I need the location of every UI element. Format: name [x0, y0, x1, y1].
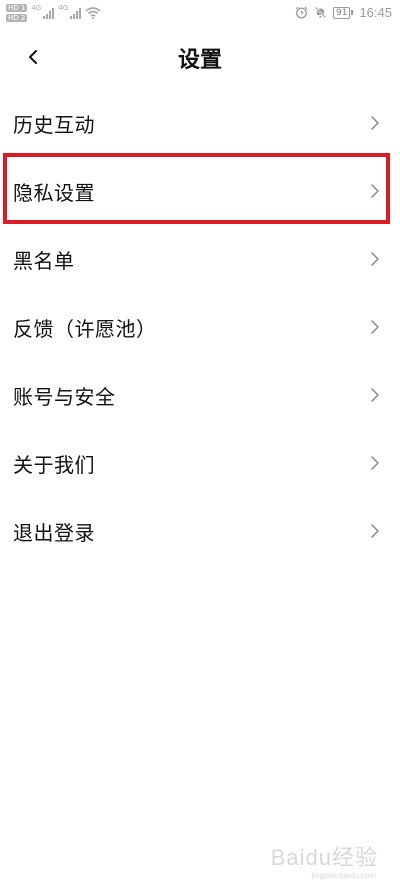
network-type-2: 4G — [58, 4, 69, 12]
signal-icon — [70, 7, 82, 19]
watermark-logo: Baidu经验 — [270, 845, 378, 870]
status-time: 16:45 — [359, 5, 392, 20]
chevron-right-icon — [371, 116, 379, 130]
bell-off-icon — [314, 6, 327, 19]
settings-screen: HD 1 HD 2 4G 4G 91 16:45 设置 历史互动 隐私设置 黑名… — [0, 0, 400, 888]
page-title: 设置 — [177, 48, 222, 73]
chevron-right-icon — [371, 320, 379, 334]
chevron-right-icon — [371, 456, 379, 470]
watermark-url: jingyan.baidu.com — [311, 871, 376, 880]
menu-item-label: 退出登录 — [13, 520, 95, 545]
menu-item-label: 反馈（许愿池） — [13, 316, 157, 341]
menu-item-label: 黑名单 — [13, 248, 75, 273]
chevron-right-icon — [371, 184, 379, 198]
menu-item-history-interaction[interactable]: 历史互动 — [0, 89, 400, 157]
status-right: 91 16:45 — [295, 5, 392, 20]
battery-level: 91 — [333, 6, 351, 19]
status-left: HD 1 HD 2 4G 4G — [6, 4, 101, 22]
hd-badge-2: HD 2 — [6, 14, 28, 22]
status-bar: HD 1 HD 2 4G 4G 91 16:45 — [0, 0, 400, 28]
settings-menu: 历史互动 隐私设置 黑名单 反馈（许愿池） 账号与安全 关于我们 退出登录 — [0, 89, 400, 565]
menu-item-about-us[interactable]: 关于我们 — [0, 429, 400, 497]
signal-icon — [43, 7, 55, 19]
wifi-icon — [85, 7, 101, 19]
menu-item-logout[interactable]: 退出登录 — [0, 497, 400, 565]
menu-item-label: 隐私设置 — [13, 180, 95, 205]
menu-item-blacklist[interactable]: 黑名单 — [0, 225, 400, 293]
menu-item-privacy-settings[interactable]: 隐私设置 — [0, 157, 400, 225]
hd-badge-1: HD 1 — [6, 4, 28, 12]
network-type-1: 4G — [31, 4, 42, 12]
header: 设置 — [0, 28, 400, 90]
hd-badges: HD 1 HD 2 — [6, 4, 28, 22]
menu-item-label: 历史互动 — [13, 112, 95, 137]
menu-item-feedback[interactable]: 反馈（许愿池） — [0, 293, 400, 361]
menu-item-label: 关于我们 — [13, 452, 95, 477]
menu-item-label: 账号与安全 — [13, 384, 116, 409]
alarm-icon — [295, 6, 308, 19]
chevron-right-icon — [371, 388, 379, 402]
chevron-right-icon — [371, 252, 379, 266]
chevron-right-icon — [371, 524, 379, 538]
battery-icon: 91 — [333, 6, 354, 19]
menu-item-account-security[interactable]: 账号与安全 — [0, 361, 400, 429]
